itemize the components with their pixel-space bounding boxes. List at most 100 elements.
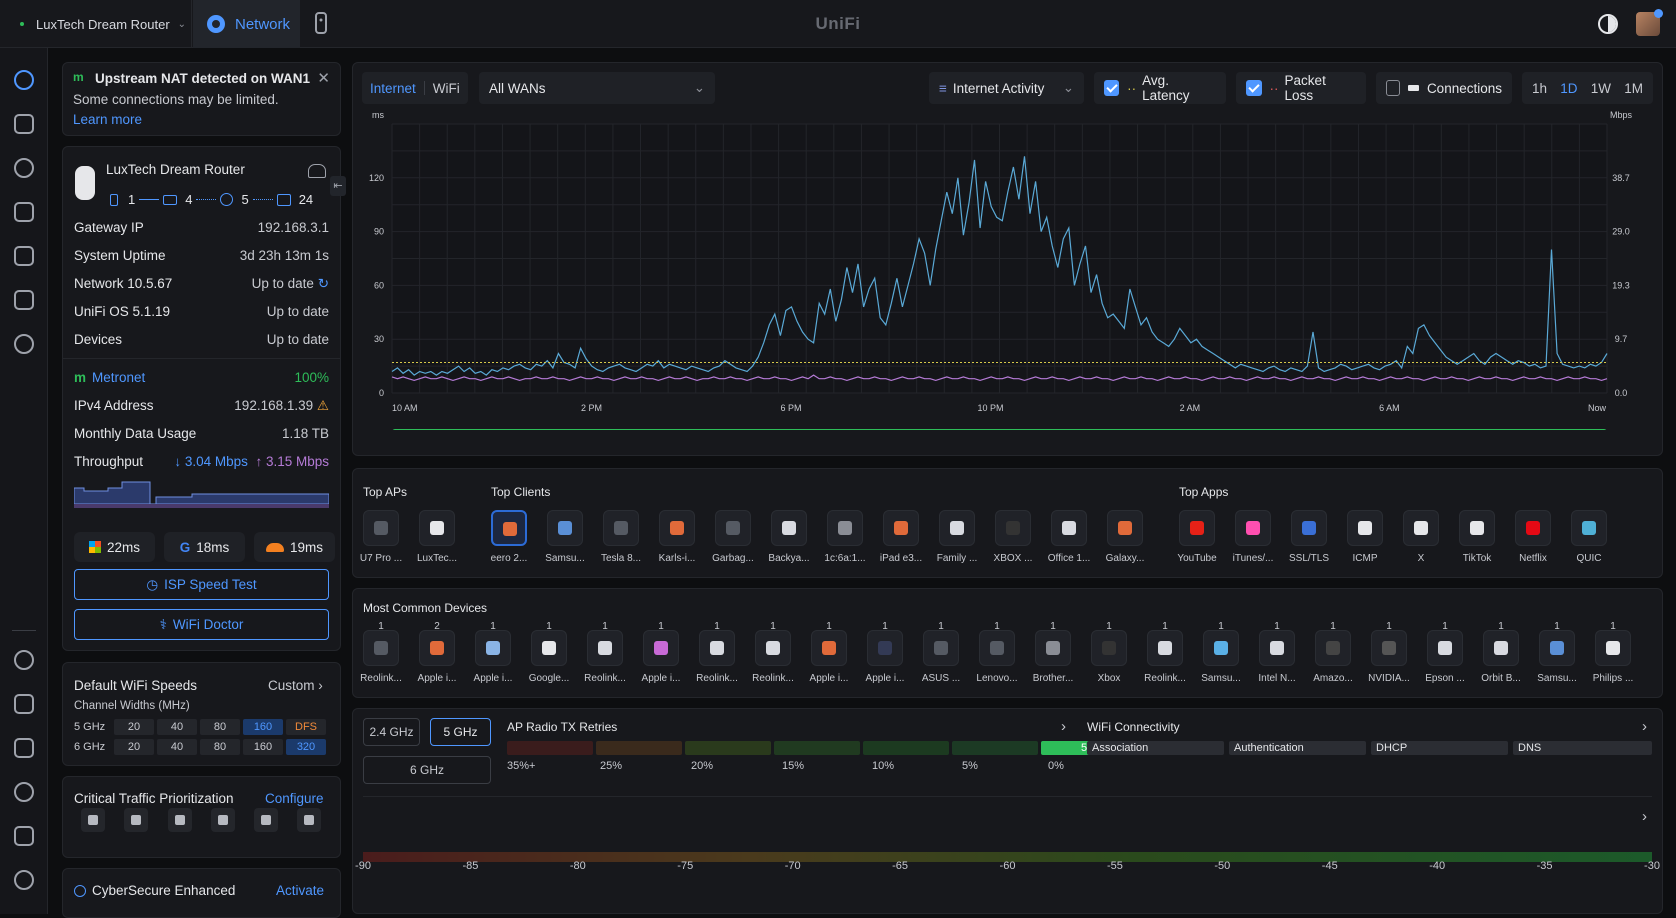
device-tile[interactable] [1203, 630, 1239, 666]
channel-width-option[interactable]: DFS [286, 719, 326, 735]
remote-access-icon[interactable] [308, 164, 326, 178]
device-tile[interactable] [1315, 630, 1351, 666]
connectivity-dhcp[interactable]: DHCP [1371, 741, 1508, 755]
device-tile[interactable] [587, 630, 623, 666]
device-tile[interactable] [1595, 630, 1631, 666]
device-tile[interactable] [643, 630, 679, 666]
app-tile[interactable] [1347, 510, 1383, 546]
client-tile[interactable] [659, 510, 695, 546]
channel-width-option[interactable]: 20 [114, 739, 154, 755]
activate-link[interactable]: Activate [276, 883, 324, 898]
devices-icon[interactable] [14, 158, 34, 178]
radios-icon[interactable] [14, 290, 34, 310]
chevron-right-icon[interactable]: › [1642, 808, 1647, 825]
app-tile[interactable] [1459, 510, 1495, 546]
device-tile[interactable] [1427, 630, 1463, 666]
device-tile[interactable] [531, 630, 567, 666]
device-tile[interactable] [979, 630, 1015, 666]
app-tile[interactable] [1291, 510, 1327, 546]
range-1d[interactable]: 1D [1560, 81, 1577, 96]
chevron-right-icon[interactable]: › [1642, 718, 1647, 735]
refresh-icon[interactable]: ↻ [318, 276, 329, 291]
channel-width-option[interactable]: 80 [200, 739, 240, 755]
app-tile[interactable] [1515, 510, 1551, 546]
connectivity-dns[interactable]: DNS [1513, 741, 1652, 755]
channel-width-option[interactable]: 40 [157, 719, 197, 735]
documents-icon[interactable] [14, 826, 34, 846]
client-tile[interactable] [771, 510, 807, 546]
client-tile[interactable] [547, 510, 583, 546]
channel-width-option[interactable]: 20 [114, 719, 154, 735]
band-6ghz-button[interactable]: 6 GHz [363, 756, 491, 784]
wifi-doctor-button[interactable]: ⚕ WiFi Doctor [74, 609, 329, 640]
device-tile[interactable] [1035, 630, 1071, 666]
channel-width-option[interactable]: 160 [243, 719, 283, 735]
retry-bucket[interactable] [507, 741, 593, 755]
device-tile[interactable] [923, 630, 959, 666]
retry-bucket[interactable] [863, 741, 949, 755]
ap-tile[interactable] [419, 510, 455, 546]
band-2-4ghz-button[interactable]: 2.4 GHz [363, 718, 420, 746]
dashboard-icon[interactable] [14, 70, 34, 90]
device-tile[interactable] [363, 630, 399, 666]
internet-activity-chart[interactable]: ms Mbps 0 30 60 90 120 0.0 9.7 19.3 29.0 38.7 10 AM 2… [352, 110, 1663, 430]
ap-tile[interactable] [363, 510, 399, 546]
device-tile[interactable] [1091, 630, 1127, 666]
app-tile[interactable] [1571, 510, 1607, 546]
isp-name[interactable]: Metronet [92, 370, 145, 385]
retry-bucket[interactable] [685, 741, 771, 755]
checkbox-checked[interactable] [1104, 80, 1120, 96]
packet-loss-toggle[interactable]: ·· Packet Loss [1236, 72, 1366, 104]
client-tile[interactable] [827, 510, 863, 546]
device-tile[interactable] [475, 630, 511, 666]
range-1w[interactable]: 1W [1591, 81, 1611, 96]
device-tile[interactable] [1371, 630, 1407, 666]
device-tile[interactable] [867, 630, 903, 666]
app-tile[interactable] [1235, 510, 1271, 546]
theme-toggle-icon[interactable] [1598, 14, 1618, 34]
client-tile[interactable] [491, 510, 527, 546]
configure-link[interactable]: Configure [265, 791, 324, 806]
client-tile[interactable] [939, 510, 975, 546]
range-1m[interactable]: 1M [1624, 81, 1643, 96]
app-tile[interactable] [1179, 510, 1215, 546]
device-tile[interactable] [1483, 630, 1519, 666]
topology-icon[interactable] [14, 114, 34, 134]
security-icon[interactable] [14, 334, 34, 354]
insights-icon[interactable] [14, 246, 34, 266]
client-tile[interactable] [995, 510, 1031, 546]
range-1h[interactable]: 1h [1532, 81, 1547, 96]
band-5ghz-button[interactable]: 5 GHz [430, 718, 491, 746]
warning-icon[interactable]: ⚠ [317, 398, 329, 413]
tools-icon[interactable] [14, 738, 34, 758]
client-tile[interactable] [603, 510, 639, 546]
users-icon[interactable] [14, 870, 34, 890]
retry-bucket[interactable] [774, 741, 860, 755]
channel-width-option[interactable]: 80 [200, 719, 240, 735]
client-tile[interactable] [1051, 510, 1087, 546]
metric-select[interactable]: ≡ Internet Activity ⌄ [929, 72, 1084, 104]
app-tile[interactable] [1403, 510, 1439, 546]
tab-internet[interactable]: Internet [370, 81, 416, 96]
avg-latency-toggle[interactable]: ·· Avg. Latency [1094, 72, 1226, 104]
gear-icon[interactable] [14, 650, 34, 670]
device-tile[interactable] [1539, 630, 1575, 666]
avatar[interactable] [1636, 9, 1663, 36]
wifi-speeds-mode-link[interactable]: Custom › [268, 678, 323, 693]
client-tile[interactable] [715, 510, 751, 546]
tab-wifi[interactable]: WiFi [433, 81, 460, 96]
learn-more-link[interactable]: Learn more [73, 112, 142, 127]
device-tile[interactable] [811, 630, 847, 666]
clients-icon[interactable] [14, 202, 34, 222]
connectivity-association[interactable]: Association [1087, 741, 1224, 755]
client-tile[interactable] [1107, 510, 1143, 546]
wan-select[interactable]: All WANs ⌄ [479, 72, 715, 104]
retry-bucket[interactable] [596, 741, 682, 755]
channel-width-option[interactable]: 320 [286, 739, 326, 755]
retry-bucket[interactable] [952, 741, 1038, 755]
device-tile[interactable] [755, 630, 791, 666]
checkbox-checked[interactable] [1246, 80, 1262, 96]
device-tile[interactable] [1147, 630, 1183, 666]
channel-width-option[interactable]: 40 [157, 739, 197, 755]
collapse-panel-icon[interactable]: ⇤ [330, 176, 346, 196]
